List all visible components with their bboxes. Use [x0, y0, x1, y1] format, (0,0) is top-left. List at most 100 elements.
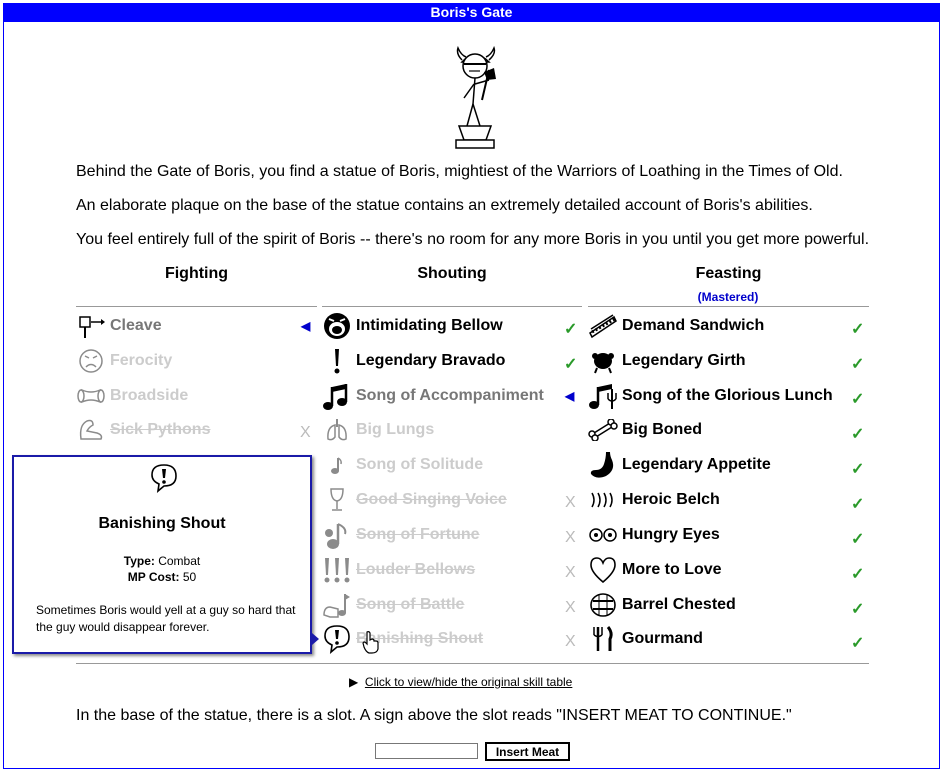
heart-icon — [588, 555, 618, 585]
skill-barrel-chested[interactable]: Barrel Chested — [588, 589, 736, 621]
skill-demand-sandwich[interactable]: Demand Sandwich — [588, 310, 764, 342]
scroll-icon — [76, 381, 106, 411]
lost-skill-x: X — [565, 494, 576, 511]
have-skill-check: ✓ — [564, 356, 578, 373]
skill-name: Legendary Bravado — [356, 352, 506, 369]
skill-name: Good Singing Voice — [356, 491, 507, 508]
skill-louder-bellows[interactable]: Louder Bellows — [322, 554, 475, 586]
sandwich-icon — [588, 311, 618, 341]
turkey-icon — [588, 346, 618, 376]
skill-legendary-bravado[interactable]: Legendary Bravado — [322, 345, 505, 377]
skill-broadside[interactable]: Broadside — [76, 380, 188, 412]
skill-gourmand[interactable]: Gourmand — [588, 623, 703, 655]
lost-skill-x: X — [300, 424, 311, 441]
shouting-heading: Shouting — [417, 265, 487, 282]
insert-meat-button[interactable]: Insert Meat — [485, 742, 570, 761]
skill-name: Ferocity — [110, 352, 173, 369]
fighting-heading: Fighting — [164, 265, 229, 282]
axe-icon — [76, 311, 106, 341]
skill-legendary-girth[interactable]: Legendary Girth — [588, 345, 746, 377]
angry-face-icon — [76, 346, 106, 376]
have-skill-check: ✓ — [851, 531, 865, 548]
skill-banishing-shout[interactable]: Banishing Shout — [322, 623, 483, 655]
slot-paragraph: In the base of the statue, there is a sl… — [76, 707, 792, 724]
skill-song-of-fortune[interactable]: Song of Fortune — [322, 519, 480, 551]
skill-more-to-love[interactable]: More to Love — [588, 554, 722, 586]
feasting-mastered-label: (Mastered) — [697, 290, 759, 304]
note-arm-icon — [322, 590, 352, 620]
have-skill-check: ✓ — [851, 391, 865, 408]
skill-song-of-solitude[interactable]: Song of Solitude — [322, 449, 483, 481]
have-skill-check: ✓ — [851, 461, 865, 478]
fork-knife-icon — [588, 624, 618, 654]
lost-skill-x: X — [565, 633, 576, 650]
shouting-face-icon — [322, 311, 352, 341]
have-skill-check: ✓ — [851, 356, 865, 373]
eyes-icon — [588, 520, 618, 550]
skill-heroic-belch[interactable]: Heroic Belch — [588, 484, 720, 516]
flexed-arm-icon — [76, 415, 106, 445]
intro-paragraph: Behind the Gate of Boris, you find a sta… — [76, 163, 843, 180]
hand-cursor-icon — [362, 631, 379, 654]
skill-name: Gourmand — [622, 630, 703, 647]
barrel-icon — [588, 590, 618, 620]
skill-name: Cleave — [110, 317, 162, 334]
have-skill-check: ✓ — [851, 426, 865, 443]
skill-good-singing-voice[interactable]: Good Singing Voice — [322, 484, 507, 516]
have-skill-check: ✓ — [851, 635, 865, 652]
skill-name: Song of the Glorious Lunch — [622, 387, 833, 404]
tooltip-skill-name: Banishing Shout — [98, 515, 226, 532]
single-note-icon — [322, 450, 352, 480]
skill-intimidating-bellow[interactable]: Intimidating Bellow — [322, 310, 503, 342]
skill-ferocity[interactable]: Ferocity — [76, 345, 172, 377]
skill-name: Hungry Eyes — [622, 526, 720, 543]
have-skill-check: ✓ — [564, 321, 578, 338]
skill-name: Song of Solitude — [356, 456, 484, 473]
skill-song-of-the-glorious-lunch[interactable]: Song of the Glorious Lunch — [588, 380, 833, 412]
note-fork-icon — [588, 381, 618, 411]
music-notes-icon — [322, 381, 352, 411]
belch-waves-icon — [588, 485, 618, 515]
meat-amount-input[interactable] — [375, 743, 478, 759]
speech-exclamation-icon — [322, 624, 352, 654]
skill-cleave[interactable]: Cleave — [76, 310, 162, 342]
note-coin-icon — [322, 520, 352, 550]
skill-legendary-appetite[interactable]: Legendary Appetite — [588, 449, 771, 481]
speech-exclamation-icon — [150, 463, 178, 498]
feasting-heading: Feasting — [695, 265, 762, 282]
exclamation-icon — [322, 346, 352, 376]
skill-name: More to Love — [622, 561, 722, 578]
skill-name: Big Lungs — [356, 421, 435, 438]
page-title: Boris's Gate — [3, 3, 940, 22]
skill-song-of-accompaniment[interactable]: Song of Accompaniment — [322, 380, 544, 412]
toggle-skill-table[interactable]: ▶ Click to view/hide the original skill … — [349, 675, 572, 689]
skill-song-of-battle[interactable]: Song of Battle — [322, 589, 464, 621]
skill-big-lungs[interactable]: Big Lungs — [322, 414, 434, 446]
skill-name: Broadside — [110, 387, 189, 404]
skill-name: Louder Bellows — [356, 561, 476, 578]
current-skill-arrow: ◀ — [565, 389, 575, 403]
feasting-divider — [588, 306, 869, 307]
skill-name: Big Boned — [622, 421, 702, 438]
skill-big-boned[interactable]: Big Boned — [588, 414, 702, 446]
have-skill-check: ✓ — [851, 566, 865, 583]
bottom-divider — [76, 663, 869, 664]
skill-name: Song of Accompaniment — [356, 387, 544, 404]
bone-icon — [588, 415, 618, 445]
skill-name: Intimidating Bellow — [356, 317, 503, 334]
have-skill-check: ✓ — [851, 321, 865, 338]
skill-hungry-eyes[interactable]: Hungry Eyes — [588, 519, 720, 551]
skill-name: Heroic Belch — [622, 491, 720, 508]
have-skill-check: ✓ — [851, 496, 865, 513]
skill-sick-pythons[interactable]: Sick Pythons — [76, 414, 210, 446]
goblet-icon — [322, 485, 352, 515]
lost-skill-x: X — [565, 529, 576, 546]
tooltip-type-label: Type: — [123, 554, 155, 568]
skill-name: Song of Fortune — [356, 526, 480, 543]
skill-name: Sick Pythons — [110, 421, 211, 438]
tooltip-meta: Type: Combat MP Cost: 50 — [14, 553, 310, 585]
lost-skill-x: X — [565, 564, 576, 581]
triple-exclamation-icon — [322, 555, 352, 585]
toggle-skill-table-link[interactable]: Click to view/hide the original skill ta… — [365, 675, 572, 689]
skill-name: Barrel Chested — [622, 596, 736, 613]
